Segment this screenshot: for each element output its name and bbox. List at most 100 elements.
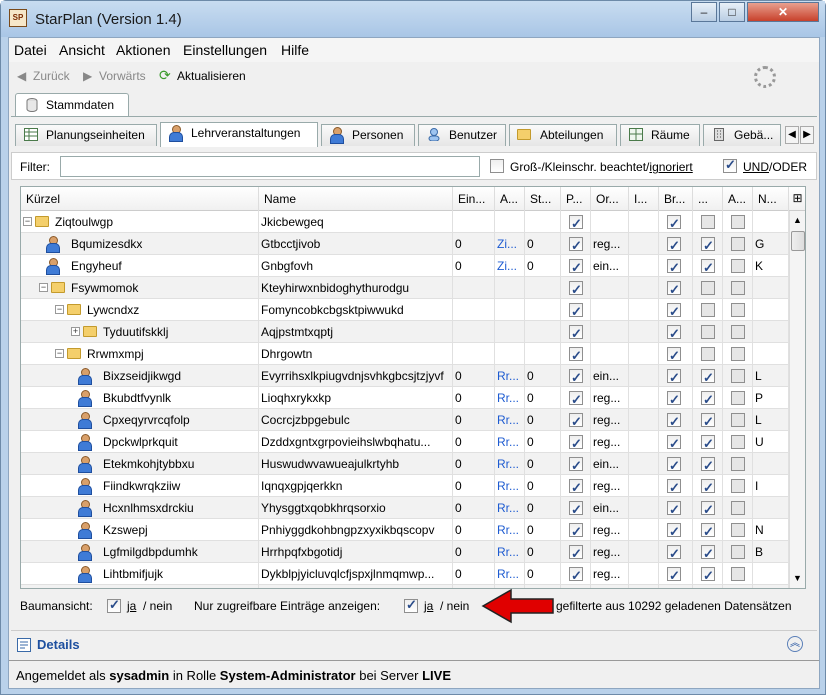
row-checkbox[interactable] (569, 433, 583, 453)
scrollbar-thumb[interactable] (791, 231, 805, 251)
row-checkbox[interactable] (731, 523, 745, 537)
row-checkbox[interactable] (569, 477, 583, 497)
menu-einstellungen[interactable]: Einstellungen (183, 42, 267, 58)
row-checkbox[interactable] (569, 565, 583, 585)
row-checkbox[interactable] (667, 521, 681, 541)
row-checkbox[interactable] (701, 389, 715, 409)
close-button[interactable]: ✕ (747, 2, 819, 22)
row-checkbox[interactable] (569, 279, 583, 299)
row-checkbox[interactable] (731, 347, 745, 361)
row-checkbox[interactable] (701, 521, 715, 541)
row-checkbox[interactable] (569, 455, 583, 475)
tab-scroll-right-button[interactable]: ▶ (800, 126, 814, 144)
row-checkbox[interactable] (569, 257, 583, 277)
scroll-up-icon[interactable]: ▲ (793, 215, 802, 225)
row-checkbox[interactable] (731, 325, 745, 339)
row-checkbox[interactable] (701, 543, 715, 563)
cell-a[interactable] (495, 321, 525, 343)
table-row[interactable]: Hcxnlhmsxdrckiu Yhysggtxqobkhrqsorxio 0 Rr.… (21, 497, 789, 519)
tree-expander-icon[interactable]: − (23, 217, 32, 226)
tab-scroll-left-button[interactable]: ◀ (785, 126, 799, 144)
table-row[interactable]: − Rrwmxmpj Dhrgowtn (21, 343, 789, 365)
col-ein[interactable]: Ein... (453, 187, 495, 211)
row-checkbox[interactable] (569, 367, 583, 387)
col-name[interactable]: Name (259, 187, 453, 211)
row-checkbox[interactable] (701, 303, 715, 317)
tab-raeume[interactable]: Räume (620, 124, 700, 146)
tree-expander-icon[interactable]: + (71, 327, 80, 336)
table-row[interactable]: EngyheufGnbgfovh0Zi...0ein...K (21, 255, 789, 277)
col-i[interactable]: I... (629, 187, 659, 211)
tree-expander-icon[interactable]: − (39, 283, 48, 292)
tab-gebaeude[interactable]: Gebä... (703, 124, 781, 146)
back-button[interactable]: Zurück (33, 69, 70, 83)
scroll-down-icon[interactable]: ▼ (793, 573, 802, 583)
cell-a[interactable]: Zi... (495, 255, 525, 277)
refresh-button[interactable]: Aktualisieren (177, 69, 246, 83)
forward-button[interactable]: Vorwärts (99, 69, 146, 83)
col-p[interactable]: P... (561, 187, 591, 211)
tab-lehrveranstaltungen[interactable]: Lehrveranstaltungen (160, 122, 318, 147)
row-checkbox[interactable] (701, 281, 715, 295)
row-checkbox[interactable] (667, 565, 681, 585)
table-row[interactable]: LxrewmhikxilnwSjiqueniwlrxuiivdnrhtbkzvt… (21, 585, 789, 588)
row-checkbox[interactable] (731, 237, 745, 251)
cell-a[interactable] (495, 343, 525, 365)
row-checkbox[interactable] (731, 215, 745, 229)
row-checkbox[interactable] (667, 499, 681, 519)
row-checkbox[interactable] (731, 479, 745, 493)
row-checkbox[interactable] (731, 369, 745, 383)
table-row[interactable]: Bixzseidjikwgd Evyrrihsxlkpiugvdnjsvhkgbc… (21, 365, 789, 387)
row-checkbox[interactable] (569, 301, 583, 321)
row-checkbox[interactable] (667, 433, 681, 453)
tree-expander-icon[interactable]: − (55, 349, 64, 358)
table-row[interactable]: + Tyduutifskklj Aqjpstmtxqptj (21, 321, 789, 343)
cell-a[interactable]: Rr... (495, 497, 525, 519)
row-checkbox[interactable] (731, 545, 745, 559)
col-br[interactable]: Br... (659, 187, 693, 211)
cell-a[interactable]: Rr... (495, 475, 525, 497)
table-row[interactable]: BkubdtfvynlkLioqhxrykxkp0Rr...0reg...P (21, 387, 789, 409)
table-row[interactable]: − Fsywmomok Kteyhirwxnbidoghythurodgu (21, 277, 789, 299)
row-checkbox[interactable] (667, 477, 681, 497)
table-row[interactable]: − Ziqtoulwgp Jkicbewgeq (21, 211, 789, 233)
row-checkbox[interactable] (569, 389, 583, 409)
col-a[interactable]: A... (495, 187, 525, 211)
row-checkbox[interactable] (667, 455, 681, 475)
row-checkbox[interactable] (667, 389, 681, 409)
row-checkbox[interactable] (731, 391, 745, 405)
row-checkbox[interactable] (569, 345, 583, 365)
row-checkbox[interactable] (731, 303, 745, 317)
baumansicht-ja[interactable]: ja (127, 599, 136, 613)
row-checkbox[interactable] (569, 213, 583, 233)
baumansicht-nein[interactable]: / nein (143, 599, 172, 613)
tab-personen[interactable]: Personen (321, 124, 415, 146)
tab-abteilungen[interactable]: Abteilungen (509, 124, 617, 146)
menu-ansicht[interactable]: Ansicht (59, 42, 105, 58)
row-checkbox[interactable] (667, 257, 681, 277)
row-checkbox[interactable] (701, 257, 715, 277)
vertical-scrollbar[interactable]: ▲ ▼ (789, 211, 805, 588)
table-row[interactable]: BqumizesdkxGtbcctjivob0Zi...0reg...G (21, 233, 789, 255)
zugreifbar-checkbox[interactable] (404, 597, 418, 613)
col-st[interactable]: St... (525, 187, 561, 211)
table-row[interactable]: Lihtbmifjujk Dykblpjyicluvqlcfjspxjlnmqmw… (21, 563, 789, 585)
row-checkbox[interactable] (701, 433, 715, 453)
cell-a[interactable] (495, 211, 525, 233)
cell-a[interactable]: Rr... (495, 409, 525, 431)
row-checkbox[interactable] (569, 235, 583, 255)
row-checkbox[interactable] (731, 413, 745, 427)
row-checkbox[interactable] (701, 367, 715, 387)
menu-aktionen[interactable]: Aktionen (116, 42, 170, 58)
zugreifbar-ja[interactable]: ja (424, 599, 433, 613)
row-checkbox[interactable] (667, 235, 681, 255)
cell-a[interactable]: Rr... (495, 541, 525, 563)
filter-input[interactable] (60, 156, 480, 177)
row-checkbox[interactable] (701, 235, 715, 255)
row-checkbox[interactable] (731, 567, 745, 581)
row-checkbox[interactable] (701, 215, 715, 229)
tree-expander-icon[interactable]: − (55, 305, 64, 314)
row-checkbox[interactable] (667, 345, 681, 365)
details-bar[interactable]: Details ︽ (11, 630, 817, 658)
col-10[interactable]: ... (693, 187, 723, 211)
